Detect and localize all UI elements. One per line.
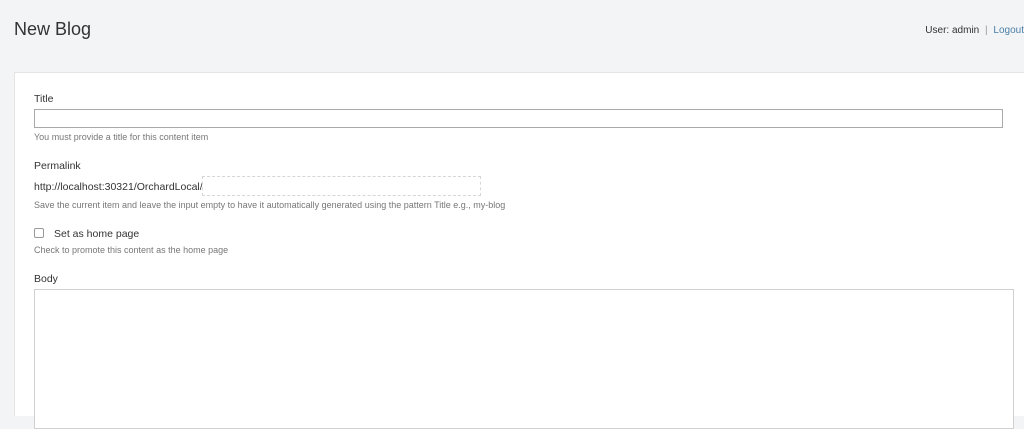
body-editor[interactable]: [34, 289, 1014, 429]
home-page-checkbox[interactable]: [34, 228, 44, 238]
body-label: Body: [34, 273, 58, 285]
logout-link[interactable]: Logout: [993, 25, 1024, 36]
user-bar: User: admin | Logout: [925, 25, 1024, 36]
user-prefix: User:: [925, 25, 950, 36]
title-input[interactable]: [34, 109, 1003, 128]
page-header: New Blog User: admin | Logout: [0, 0, 1024, 72]
permalink-input[interactable]: [202, 176, 481, 196]
home-page-hint: Check to promote this content as the hom…: [34, 245, 229, 255]
title-hint: You must provide a title for this conten…: [34, 132, 209, 142]
home-page-label[interactable]: Set as home page: [54, 228, 139, 240]
user-name: admin: [951, 25, 980, 36]
page-title: New Blog: [14, 19, 92, 39]
permalink-hint: Save the current item and leave the inpu…: [34, 200, 506, 210]
permalink-label: Permalink: [34, 160, 81, 172]
user-bar-separator: |: [985, 25, 988, 36]
permalink-prefix: http://localhost:30321/OrchardLocal/: [34, 181, 203, 193]
title-label: Title: [34, 93, 54, 105]
edit-form-panel: Title You must provide a title for this …: [14, 72, 1024, 429]
